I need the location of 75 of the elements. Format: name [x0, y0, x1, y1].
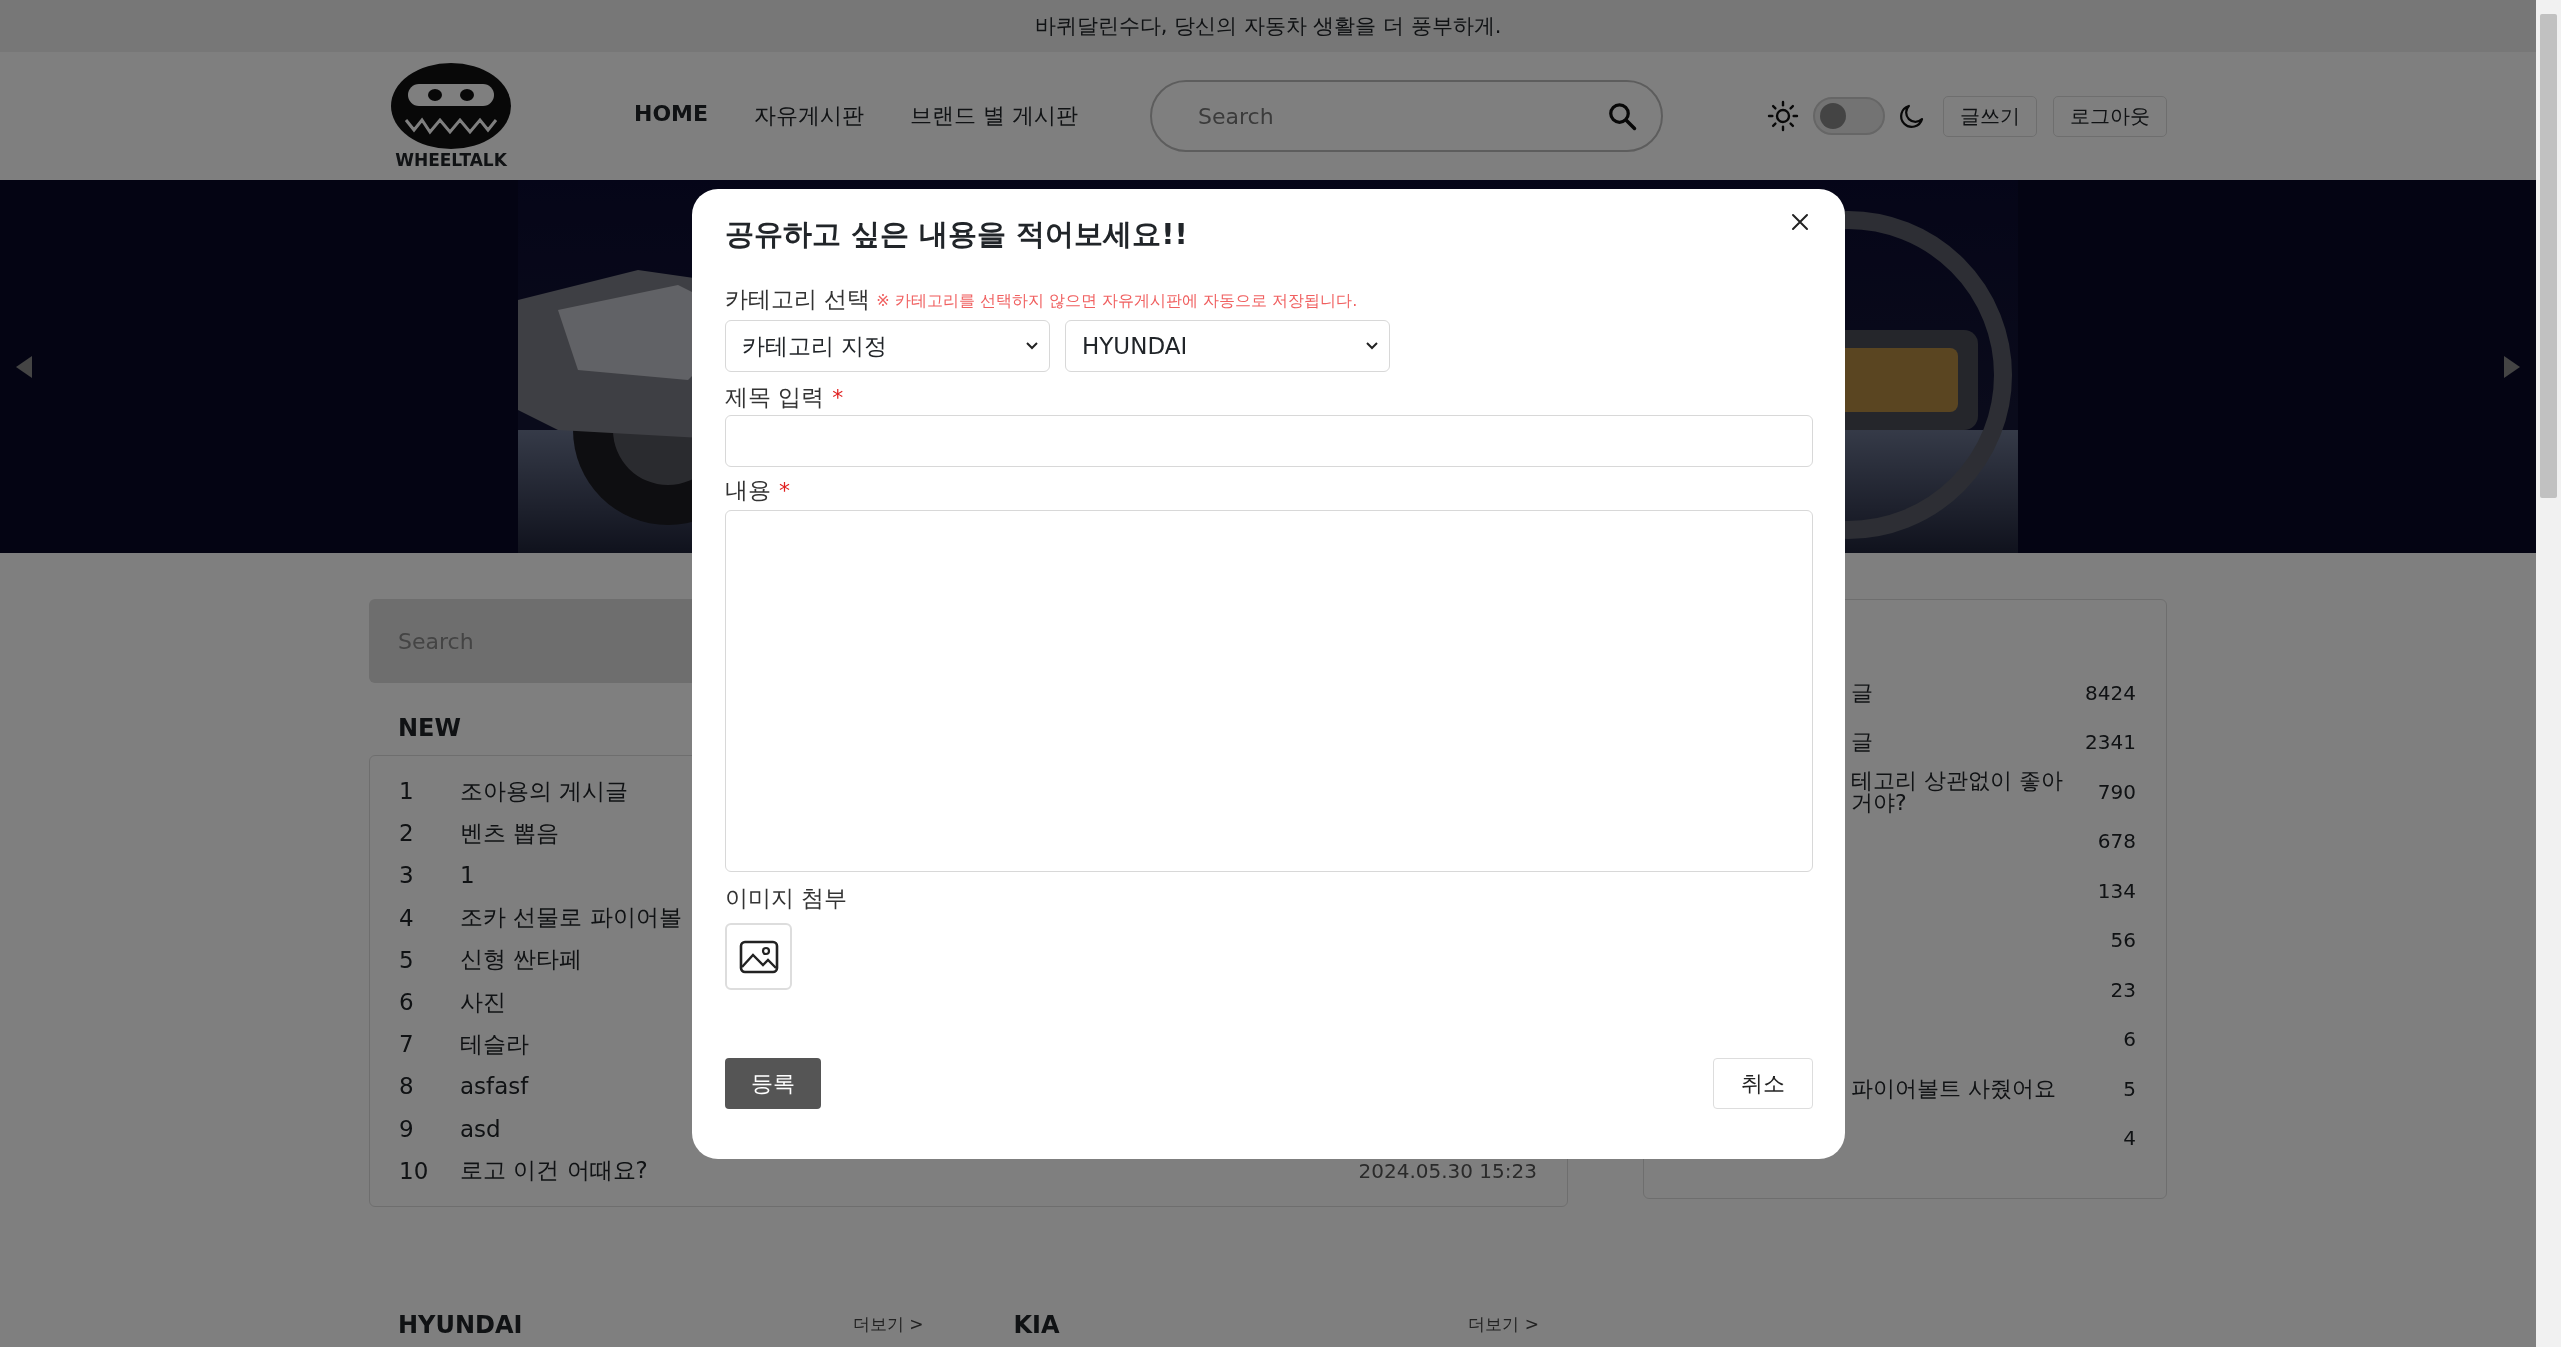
nav-link[interactable]: 자유게시판 — [754, 101, 865, 131]
post-title-link[interactable]: 글 — [1851, 681, 1873, 704]
rank-number: 10 — [399, 1157, 430, 1184]
rank-number: 9 — [399, 1115, 415, 1142]
content-field[interactable] — [725, 510, 1813, 872]
category-select[interactable]: HYUNDAI — [1065, 320, 1390, 372]
next-arrow-icon — [2502, 353, 2522, 380]
nav-link[interactable]: 브랜드 별 게시판 — [910, 101, 1079, 131]
post-date: 2024.05.30 15:23 — [1358, 1158, 1537, 1183]
logo-text: WHEELTALK — [395, 150, 507, 170]
rank-number: 3 — [399, 862, 415, 889]
rank-number: 6 — [399, 989, 415, 1016]
section-title: HYUNDAI — [398, 1310, 523, 1339]
header-button[interactable]: 로그아웃 — [2053, 95, 2167, 137]
view-count: 790 — [2097, 779, 2136, 804]
rank-number: 4 — [399, 904, 415, 931]
nav-link[interactable]: HOME — [634, 101, 709, 131]
view-count: 4 — [2123, 1126, 2136, 1151]
rank-number: 2 — [399, 820, 415, 847]
scrollbar[interactable] — [2536, 0, 2561, 1347]
post-title-link[interactable]: asd — [460, 1115, 501, 1142]
view-count: 2341 — [2085, 730, 2136, 755]
header-button[interactable]: 글쓰기 — [1943, 95, 2037, 137]
scrollbar-thumb[interactable] — [2540, 14, 2557, 498]
image-upload-button[interactable] — [725, 923, 792, 990]
image-icon — [738, 939, 779, 974]
field-label: 내용 — [725, 475, 771, 505]
theme-toggle[interactable] — [1813, 97, 1885, 135]
hint-text: ※ 카테고리를 선택하지 않으면 자유게시판에 자동으로 저장됩니다. — [876, 290, 1358, 312]
view-count: 56 — [2110, 928, 2136, 953]
announcement-text: 바퀴달린수다, 당신의 자동차 생활을 더 풍부하게. — [1034, 13, 1502, 40]
post-title-link[interactable]: 파이어볼트 사줬어요 — [1851, 1077, 2056, 1100]
post-title-link[interactable]: asfasf — [460, 1073, 529, 1100]
chevron-icon — [1365, 341, 1379, 351]
category-select[interactable]: 카테고리 지정 — [725, 320, 1050, 372]
post-title-link[interactable]: 사진 — [460, 986, 506, 1018]
post-title-link[interactable]: 글 — [1851, 731, 1873, 754]
view-count: 8424 — [2085, 680, 2136, 705]
section-title: NEW — [398, 713, 462, 744]
post-title-link[interactable]: 1 — [460, 862, 475, 889]
rank-number: 7 — [399, 1031, 415, 1058]
view-count: 6 — [2123, 1027, 2136, 1052]
more-link[interactable]: 더보기 > — [852, 1313, 924, 1337]
view-count: 134 — [2097, 878, 2136, 903]
post-title-link[interactable]: 조카 선물로 파이어볼 — [460, 902, 682, 934]
chevron-icon — [1025, 341, 1039, 351]
field-label: 제목 입력 — [725, 382, 825, 412]
field-label: 이미지 첨부 — [725, 883, 848, 913]
section-title: KIA — [1013, 1310, 1060, 1339]
required-mark: * — [779, 477, 790, 503]
modal-title: 공유하고 싶은 내용을 적어보세요!! — [725, 216, 1188, 253]
cancel-button[interactable]: 취소 — [1713, 1058, 1813, 1109]
view-count: 5 — [2123, 1076, 2136, 1101]
view-count: 23 — [2110, 977, 2136, 1002]
submit-button[interactable]: 등록 — [725, 1058, 821, 1109]
field-label: 카테고리 선택 — [725, 284, 871, 314]
rank-number: 1 — [399, 778, 415, 805]
post-title-link[interactable]: 테고리 상관없이 좋아 거야? — [1851, 769, 2063, 814]
rank-number: 8 — [399, 1073, 415, 1100]
post-title-link[interactable]: 신형 싼타페 — [460, 944, 583, 976]
previous-arrow-icon — [14, 353, 34, 380]
search-icon — [1607, 101, 1638, 131]
search-field[interactable]: Search — [1150, 80, 1664, 152]
sun-icon — [1767, 100, 1799, 132]
tire-logo-icon — [390, 62, 512, 150]
required-mark: * — [832, 384, 844, 410]
more-link[interactable]: 더보기 > — [1468, 1313, 1539, 1337]
post-title-link[interactable]: 벤츠 뽑음 — [460, 817, 560, 849]
view-count: 678 — [2097, 829, 2136, 854]
close-icon — [1791, 213, 1809, 231]
post-title-link[interactable]: 로고 이건 어때요? — [460, 1155, 648, 1187]
post-title-link[interactable]: 조아용의 게시글 — [460, 775, 629, 807]
title-field[interactable] — [725, 415, 1813, 467]
post-title-link[interactable]: 테슬라 — [460, 1028, 529, 1060]
rank-number: 5 — [399, 946, 415, 973]
